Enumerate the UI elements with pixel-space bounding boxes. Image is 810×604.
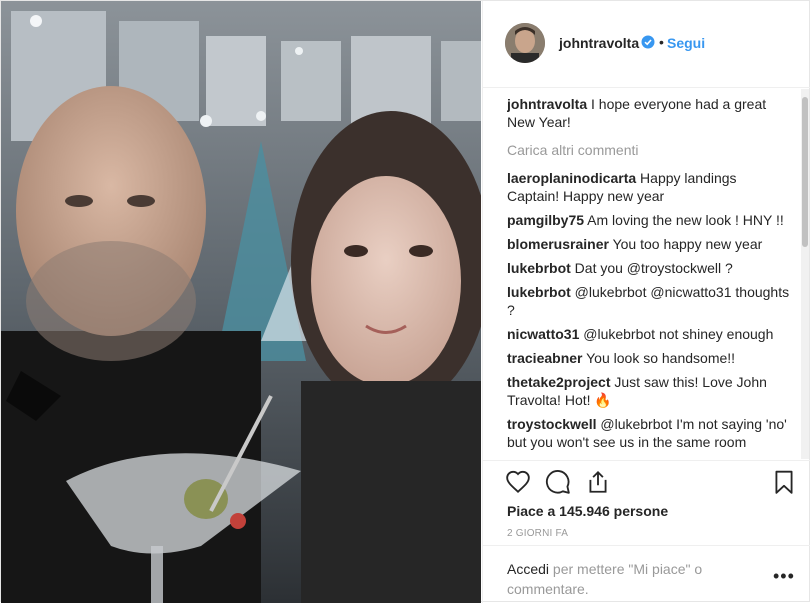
post-caption: johntravolta I hope everyone had a great… xyxy=(507,95,792,131)
comment-username[interactable]: blomerusrainer xyxy=(507,236,609,252)
comment-item: nicwatto31 @lukebrbot not shiney enough xyxy=(507,325,792,343)
bookmark-icon[interactable] xyxy=(771,469,799,497)
comment-text: Am loving the new look ! HNY !! xyxy=(587,212,784,228)
comment-username[interactable]: tracieabner xyxy=(507,350,582,366)
share-icon[interactable] xyxy=(585,469,613,497)
comment-icon[interactable] xyxy=(545,469,573,497)
avatar-image xyxy=(505,23,545,63)
caption-username[interactable]: johntravolta xyxy=(507,96,587,112)
comment-text: Dat you @troystockwell ? xyxy=(574,260,733,276)
comment-item: lukebrbot Dat you @troystockwell ? xyxy=(507,259,792,277)
comment-username[interactable]: laeroplaninodicarta xyxy=(507,170,636,186)
post-details-panel: johntravolta • Segui johntravolta I hope… xyxy=(482,1,810,603)
comment-item: thetake2project Just saw this! Love John… xyxy=(507,373,792,409)
comment-text: You too happy new year xyxy=(612,236,763,252)
selfie-photo-image xyxy=(1,1,481,603)
action-bar xyxy=(483,460,810,501)
heart-icon[interactable] xyxy=(505,469,533,497)
post-header: johntravolta • Segui xyxy=(483,1,810,88)
scrollbar-thumb[interactable] xyxy=(802,97,808,247)
comment-item: blomerusrainer You too happy new year xyxy=(507,235,792,253)
comment-username[interactable]: pamgilby75 xyxy=(507,212,584,228)
comment-username[interactable]: lukebrbot xyxy=(507,284,571,300)
verified-badge-icon xyxy=(641,35,655,49)
comments-scrollbar[interactable] xyxy=(801,89,809,459)
header-separator: • xyxy=(659,34,664,50)
comment-item: lukebrbot @lukebrbot @nicwatto31 thought… xyxy=(507,283,792,319)
comment-text: @lukebrbot not shiney enough xyxy=(583,326,774,342)
comment-username[interactable]: lukebrbot xyxy=(507,260,571,276)
comment-item: troystockwell @lukebrbot I'm not saying … xyxy=(507,415,792,451)
instagram-post: johntravolta • Segui johntravolta I hope… xyxy=(0,0,810,603)
more-options-icon[interactable]: ••• xyxy=(773,566,795,587)
avatar[interactable] xyxy=(505,23,545,63)
comment-username[interactable]: thetake2project xyxy=(507,374,610,390)
likes-count[interactable]: Piace a 145.946 persone xyxy=(507,503,668,519)
header-username[interactable]: johntravolta xyxy=(559,35,639,51)
comments-list[interactable]: johntravolta I hope everyone had a great… xyxy=(507,95,792,459)
comment-username[interactable]: troystockwell xyxy=(507,416,596,432)
comment-item: pamgilby75 Am loving the new look ! HNY … xyxy=(507,211,792,229)
follow-button[interactable]: Segui xyxy=(667,35,705,51)
login-link[interactable]: Accedi xyxy=(507,561,549,577)
comment-item: laeroplaninodicarta Happy landings Capta… xyxy=(507,169,792,205)
post-photo[interactable] xyxy=(1,1,481,603)
comment-username[interactable]: nicwatto31 xyxy=(507,326,579,342)
login-prompt: Accedi per mettere "Mi piace" o commenta… xyxy=(507,559,757,599)
comment-text: You look so handsome!! xyxy=(586,350,736,366)
post-timestamp[interactable]: 2 GIORNI FA xyxy=(507,528,568,539)
load-more-comments-button[interactable]: Carica altri commenti xyxy=(507,141,792,159)
comment-footer: Accedi per mettere "Mi piace" o commenta… xyxy=(483,545,810,604)
comment-item: tracieabner You look so handsome!! xyxy=(507,349,792,367)
